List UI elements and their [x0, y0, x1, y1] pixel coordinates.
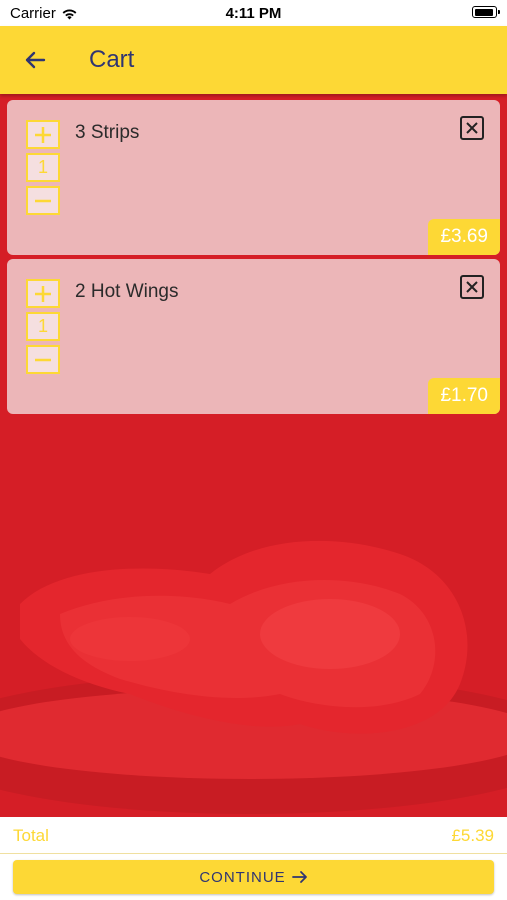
back-button[interactable]	[18, 44, 52, 76]
item-price: £1.70	[428, 378, 500, 414]
battery-icon	[472, 6, 500, 18]
plus-icon	[35, 126, 51, 143]
page-title: Cart	[89, 46, 135, 73]
close-icon	[466, 281, 478, 293]
cart-item: 1 2 Hot Wings £1.70	[7, 259, 500, 414]
decrease-quantity-button[interactable]	[26, 186, 60, 215]
quantity-field[interactable]: 1	[26, 312, 60, 341]
minus-icon	[35, 358, 51, 361]
plus-icon	[35, 285, 51, 302]
remove-item-button[interactable]	[460, 116, 484, 140]
app-bar: Cart	[0, 26, 507, 94]
close-icon	[466, 122, 478, 134]
item-name: 2 Hot Wings	[75, 281, 179, 302]
increase-quantity-button[interactable]	[26, 120, 60, 149]
total-value: £5.39	[451, 826, 494, 845]
decrease-quantity-button[interactable]	[26, 345, 60, 374]
status-bar: Carrier 4:11 PM	[0, 0, 507, 26]
item-name: 3 Strips	[75, 122, 140, 143]
continue-button[interactable]: CONTINUE	[13, 860, 494, 894]
cart-item: 1 3 Strips £3.69	[7, 100, 500, 255]
remove-item-button[interactable]	[460, 275, 484, 299]
total-row: Total £5.39	[0, 817, 507, 854]
minus-icon	[35, 199, 51, 202]
quantity-field[interactable]: 1	[26, 153, 60, 182]
status-time: 4:11 PM	[225, 5, 282, 22]
item-price: £3.69	[428, 219, 500, 255]
continue-label: CONTINUE	[199, 868, 286, 886]
quantity-stepper: 1	[26, 120, 60, 218]
arrow-left-icon	[25, 51, 46, 69]
quantity-stepper: 1	[26, 279, 60, 377]
increase-quantity-button[interactable]	[26, 279, 60, 308]
total-label: Total	[13, 826, 49, 845]
arrow-right-icon	[291, 871, 307, 883]
